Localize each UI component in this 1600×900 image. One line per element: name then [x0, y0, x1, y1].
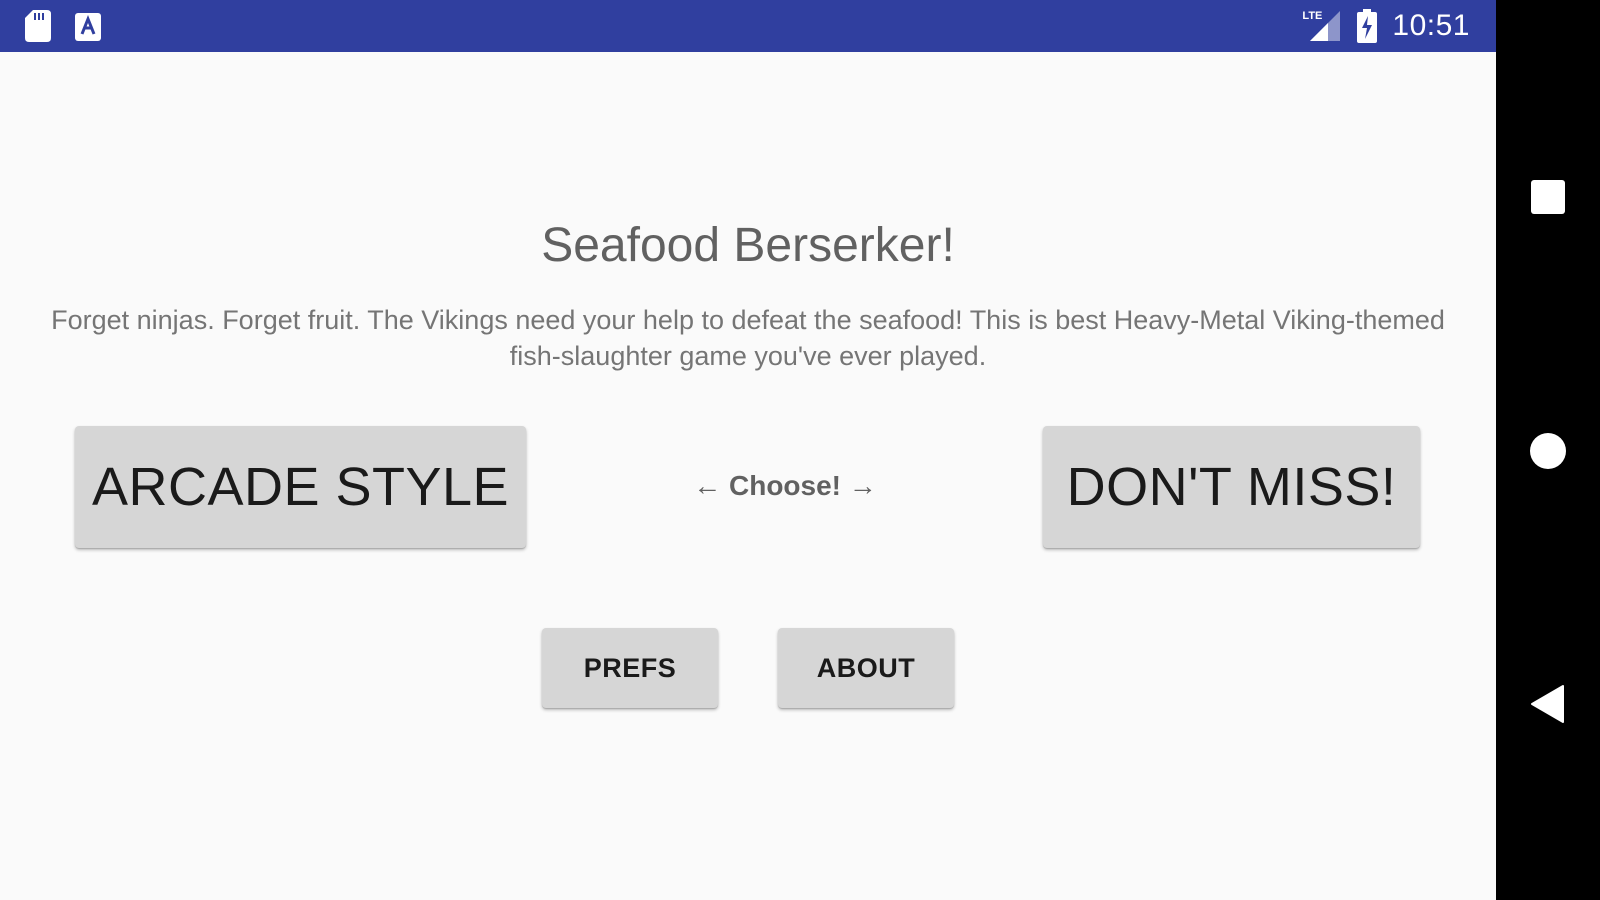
prefs-button[interactable]: PREFS	[542, 628, 718, 708]
status-bar: LTE 10:51	[0, 0, 1496, 52]
system-status: LTE 10:51	[1302, 7, 1470, 45]
dont-miss-button[interactable]: DON'T MISS!	[1043, 426, 1420, 548]
battery-charging-icon	[1357, 9, 1378, 43]
app-screen: LTE 10:51 Seafood Berserker! Forget ninj…	[0, 0, 1496, 900]
about-button[interactable]: ABOUT	[778, 628, 954, 708]
app-notification-icon	[75, 13, 101, 41]
back-icon[interactable]	[1529, 684, 1567, 724]
game-description: Forget ninjas. Forget fruit. The Vikings…	[51, 305, 1445, 371]
home-icon[interactable]	[1529, 432, 1567, 470]
status-clock: 10:51	[1392, 9, 1470, 42]
sd-card-icon	[25, 10, 51, 42]
arcade-style-button[interactable]: ARCADE STYLE	[75, 426, 526, 548]
navigation-bar	[1496, 0, 1600, 900]
choose-label: ← Choose! →	[693, 470, 877, 501]
recents-icon[interactable]	[1531, 180, 1565, 214]
signal-icon: LTE	[1302, 9, 1342, 43]
game-title: Seafood Berserker!	[541, 219, 955, 272]
notification-icons	[25, 10, 101, 42]
